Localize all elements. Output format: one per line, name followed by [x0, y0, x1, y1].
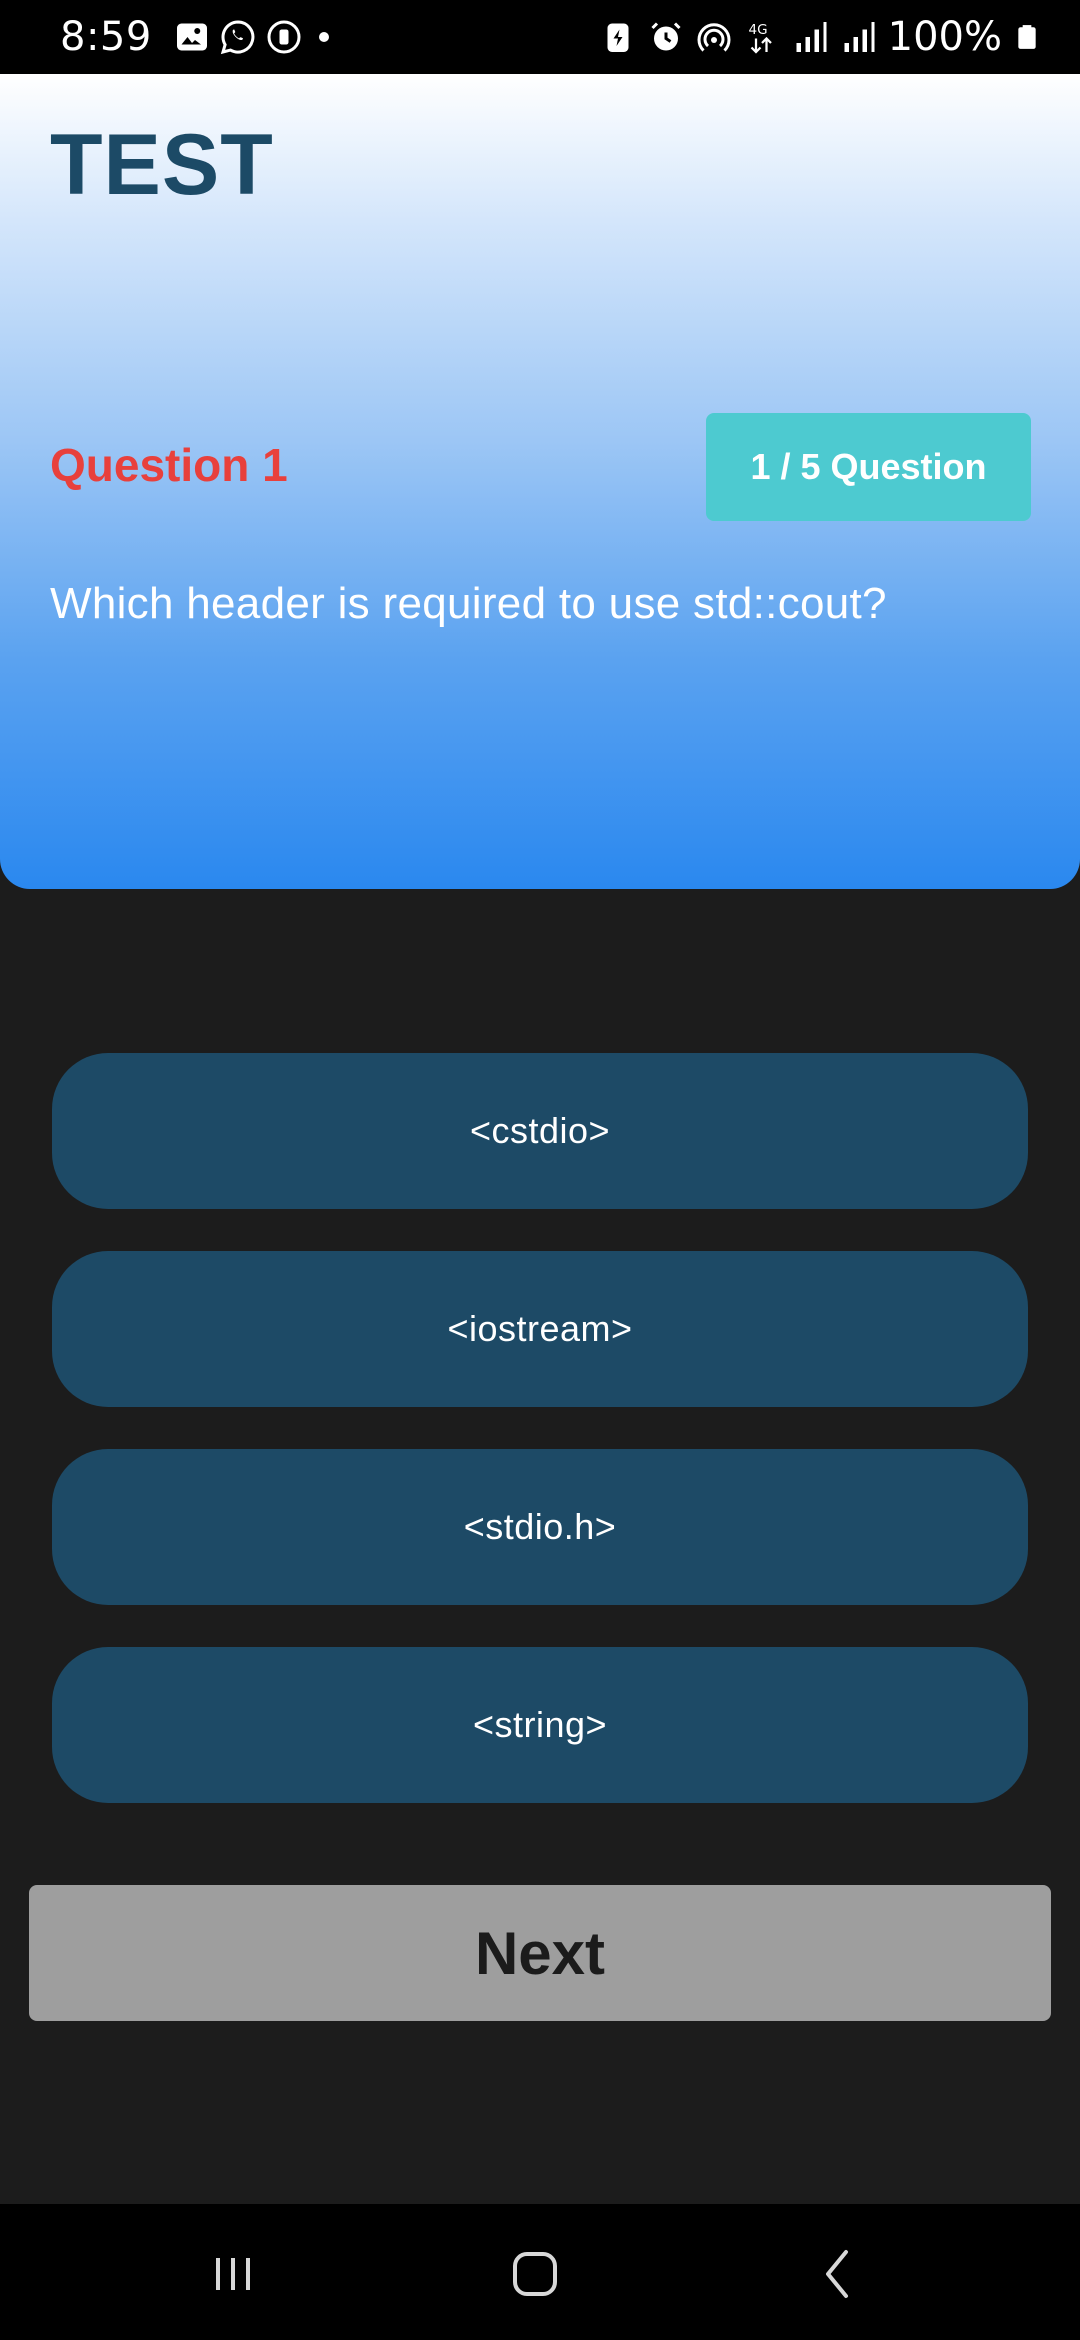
- battery-icon: [1018, 25, 1036, 49]
- answer-option-button[interactable]: <iostream>: [52, 1251, 1028, 1407]
- gallery-icon: [176, 23, 207, 51]
- answer-option-button[interactable]: <cstdio>: [52, 1053, 1028, 1209]
- battery-saver-icon: [607, 23, 629, 52]
- navigation-bar: [0, 2204, 1080, 2340]
- alarm-icon: [651, 22, 681, 51]
- battery-percentage: 100%: [887, 14, 1002, 60]
- status-system-icons: 4G 100%: [600, 14, 1040, 60]
- timer-icon: [267, 20, 301, 54]
- status-time: 8:59: [60, 14, 152, 60]
- answer-option-button[interactable]: <string>: [52, 1647, 1028, 1803]
- svg-text:4G: 4G: [748, 22, 767, 38]
- hotspot-icon: [697, 23, 731, 52]
- page-title: TEST: [50, 117, 274, 213]
- whatsapp-icon: [220, 20, 255, 55]
- question-counter-badge: 1 / 5 Question: [706, 413, 1031, 521]
- home-icon[interactable]: [505, 2244, 565, 2304]
- answer-option-button[interactable]: <stdio.h>: [52, 1449, 1028, 1605]
- status-notification-icons: [174, 19, 336, 55]
- dot-icon: [318, 32, 329, 42]
- question-text: Which header is required to use std::cou…: [50, 579, 887, 628]
- question-header: TEST Question 1 1 / 5 Question Which hea…: [0, 74, 1080, 889]
- signal-icon: [844, 22, 875, 52]
- next-button[interactable]: Next: [29, 1885, 1051, 2021]
- status-bar: 8:59 4G 100%: [0, 0, 1080, 74]
- signal-icon: [796, 22, 827, 52]
- 4g-icon: 4G: [748, 22, 772, 54]
- back-icon[interactable]: [808, 2244, 868, 2304]
- recents-icon[interactable]: [203, 2244, 263, 2304]
- answer-options-list: <cstdio> <iostream> <stdio.h> <string>: [52, 1053, 1028, 1845]
- question-number-label: Question 1: [50, 439, 288, 491]
